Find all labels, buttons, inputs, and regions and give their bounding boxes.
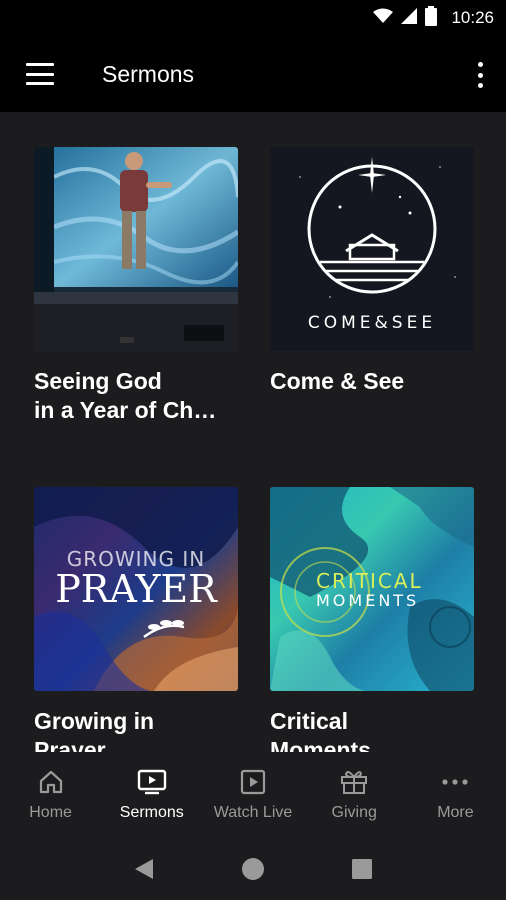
app-bar: Sermons <box>0 36 506 112</box>
sermon-grid: Seeing God in a Year of Ch… COME&SEE Com… <box>0 112 506 752</box>
sermon-thumbnail: GROWING IN PRAYER <box>34 487 238 691</box>
nav-item-more[interactable]: More <box>405 752 506 838</box>
nav-label: Watch Live <box>213 804 293 821</box>
nav-label: Giving <box>331 804 377 821</box>
recents-icon[interactable] <box>342 849 382 889</box>
signal-icon <box>401 7 418 29</box>
status-time: 10:26 <box>451 8 494 27</box>
nav-item-home[interactable]: Home <box>0 752 101 838</box>
wifi-icon <box>373 8 394 29</box>
artwork-text: COME&SEE <box>307 313 437 333</box>
hamburger-menu-icon[interactable] <box>26 63 54 85</box>
sermon-thumbnail: CRITICAL MOMENTS <box>270 487 474 691</box>
status-bar: 10:26 <box>0 0 506 36</box>
sermon-title: Come & See <box>270 368 405 394</box>
battery-icon <box>425 5 438 31</box>
sermon-card-critical-moments[interactable]: CRITICAL MOMENTS Critical Moments <box>270 487 474 752</box>
system-navigation-bar <box>0 838 506 900</box>
nav-item-watch-live[interactable]: Watch Live <box>202 752 303 838</box>
nav-label: More <box>437 804 474 821</box>
home-icon <box>36 768 66 796</box>
nav-label: Home <box>29 804 72 821</box>
artwork-text-top: CRITICAL <box>316 569 423 593</box>
nav-item-sermons[interactable]: Sermons <box>101 752 202 838</box>
home-circle-icon[interactable] <box>233 849 273 889</box>
sermon-thumbnail <box>34 147 238 351</box>
nav-label: Sermons <box>119 804 184 821</box>
nav-item-giving[interactable]: Giving <box>304 752 405 838</box>
tv-icon <box>137 768 167 796</box>
artwork-text-main: PRAYER <box>55 567 217 611</box>
more-vertical-icon[interactable] <box>476 62 484 88</box>
page-title: Sermons <box>102 60 195 87</box>
more-horizontal-icon <box>440 768 470 796</box>
sermon-title: Critical Moments <box>270 708 371 752</box>
sermon-card-come-and-see[interactable]: COME&SEE Come & See <box>270 147 474 396</box>
back-icon[interactable] <box>124 849 164 889</box>
sermon-title: Growing in Prayer <box>34 708 155 752</box>
play-square-icon <box>238 768 268 796</box>
sermon-card-seeing-god[interactable]: Seeing God in a Year of Ch… <box>34 147 238 425</box>
sermon-card-growing-in-prayer[interactable]: GROWING IN PRAYER Growing in Prayer <box>34 487 238 752</box>
bottom-navigation: Home Sermons Watch Live Giving More <box>0 752 506 838</box>
sermon-thumbnail: COME&SEE <box>270 147 474 351</box>
sermon-title: Seeing God in a Year of Ch… <box>34 368 217 423</box>
gift-icon <box>339 768 369 796</box>
artwork-text-bottom: MOMENTS <box>316 591 420 610</box>
